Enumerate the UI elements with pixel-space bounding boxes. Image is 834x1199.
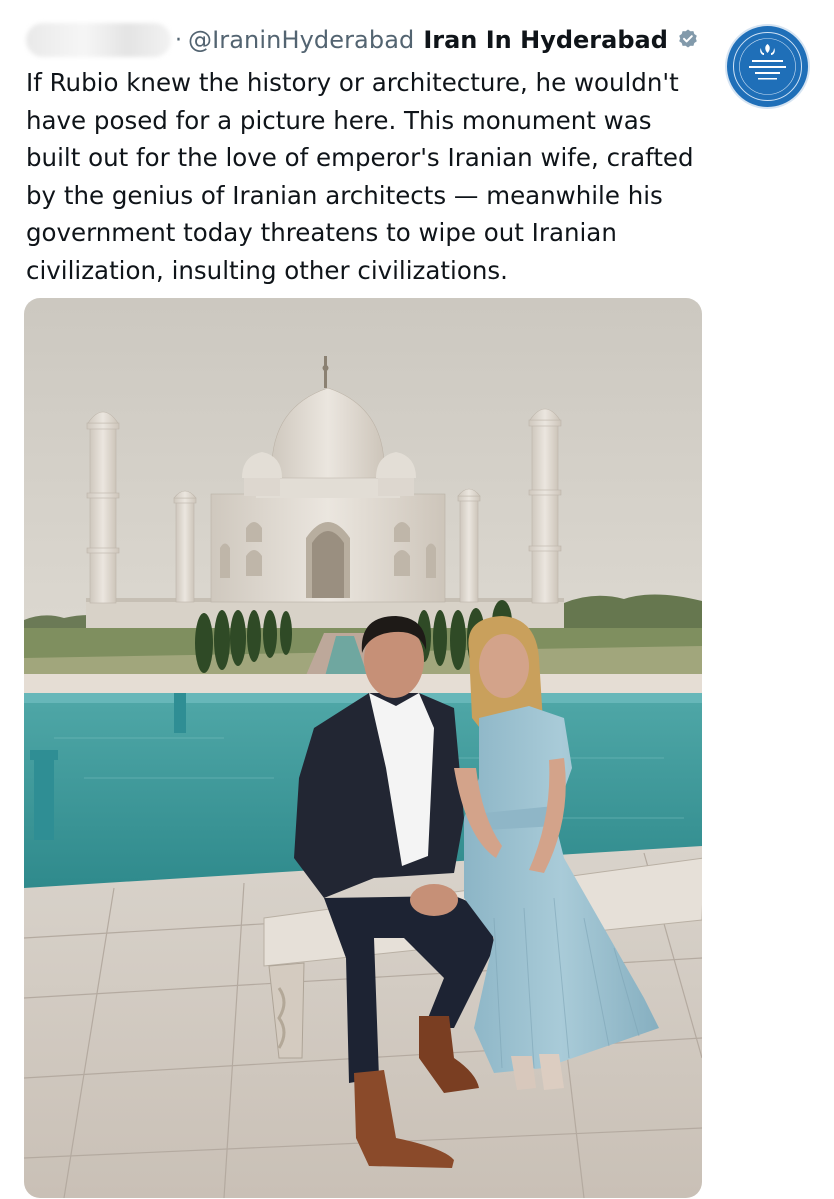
tweet-text: If Rubio knew the history or architectur… xyxy=(26,68,694,285)
avatar[interactable] xyxy=(725,24,810,109)
display-name[interactable]: Iran In Hyderabad xyxy=(423,26,668,54)
user-handle[interactable]: @IraninHyderabad xyxy=(188,26,414,54)
verified-badge-icon xyxy=(676,28,700,52)
emblem-logo-icon xyxy=(733,32,802,101)
separator: · xyxy=(175,27,182,53)
tweet-header: · @IraninHyderabad Iran In Hyderabad xyxy=(26,20,700,60)
blurred-username xyxy=(26,23,171,57)
tweet-photo[interactable] xyxy=(24,298,702,1198)
